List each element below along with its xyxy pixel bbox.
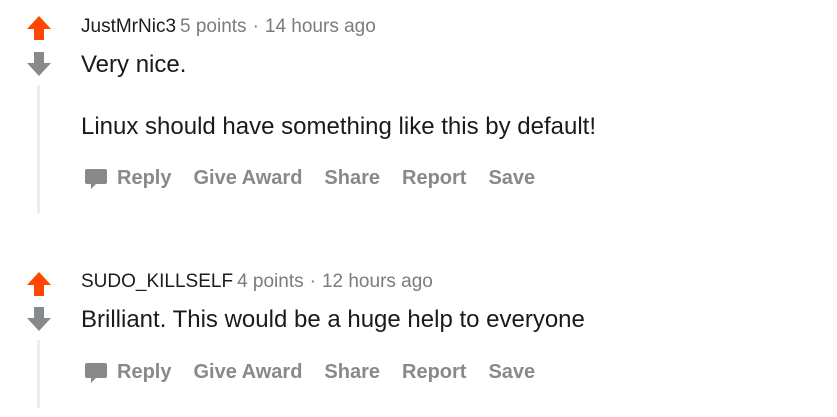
- report-label: Report: [402, 166, 467, 189]
- share-label: Share: [324, 360, 380, 383]
- timestamp[interactable]: 14 hours ago: [265, 16, 376, 37]
- comment-actions: Reply Give Award Share Report Save: [82, 158, 557, 198]
- report-button[interactable]: Report: [402, 167, 466, 190]
- give-award-label: Give Award: [193, 166, 303, 189]
- speech-bubble-icon: [85, 363, 107, 383]
- author-link[interactable]: SUDO_KILLSELF: [81, 271, 233, 292]
- timestamp[interactable]: 12 hours ago: [322, 271, 433, 292]
- thread-line[interactable]: [37, 340, 40, 408]
- comment-body-paragraph: Very nice.: [81, 51, 187, 78]
- reply-label: Reply: [117, 360, 172, 383]
- reply-button[interactable]: Reply: [82, 358, 171, 386]
- save-label: Save: [488, 166, 536, 189]
- comment-body-paragraph: Brilliant. This would be a huge help to …: [81, 306, 585, 333]
- author-link[interactable]: JustMrNic3: [81, 16, 176, 37]
- comment-meta: SUDO_KILLSELF 4 points · 12 hours ago: [81, 269, 433, 295]
- arrow-up-icon: [27, 272, 51, 296]
- share-button[interactable]: Share: [324, 167, 380, 190]
- reply-label: Reply: [117, 166, 172, 189]
- give-award-button[interactable]: Give Award: [193, 167, 302, 190]
- comment-meta: JustMrNic3 5 points · 14 hours ago: [81, 14, 376, 40]
- save-label: Save: [488, 360, 536, 383]
- arrow-down-icon: [27, 307, 51, 331]
- comment-body-paragraph: Linux should have something like this by…: [81, 113, 596, 140]
- speech-bubble-icon: [85, 169, 107, 189]
- report-button[interactable]: Report: [402, 361, 466, 384]
- share-button[interactable]: Share: [324, 361, 380, 384]
- give-award-label: Give Award: [193, 360, 303, 383]
- points-count: 4 points: [237, 271, 304, 292]
- save-button[interactable]: Save: [488, 167, 535, 190]
- downvote-button[interactable]: [24, 305, 54, 333]
- comment: JustMrNic3 5 points · 14 hours ago Very nic…: [0, 0, 837, 240]
- share-label: Share: [324, 166, 380, 189]
- reply-button[interactable]: Reply: [82, 164, 171, 192]
- upvote-button[interactable]: [24, 270, 54, 298]
- meta-separator: ·: [252, 16, 259, 37]
- save-button[interactable]: Save: [488, 361, 535, 384]
- meta-separator: ·: [309, 271, 316, 292]
- report-label: Report: [402, 360, 467, 383]
- comment-actions: Reply Give Award Share Report Save: [82, 352, 557, 392]
- points-count: 5 points: [180, 16, 247, 37]
- give-award-button[interactable]: Give Award: [193, 361, 302, 384]
